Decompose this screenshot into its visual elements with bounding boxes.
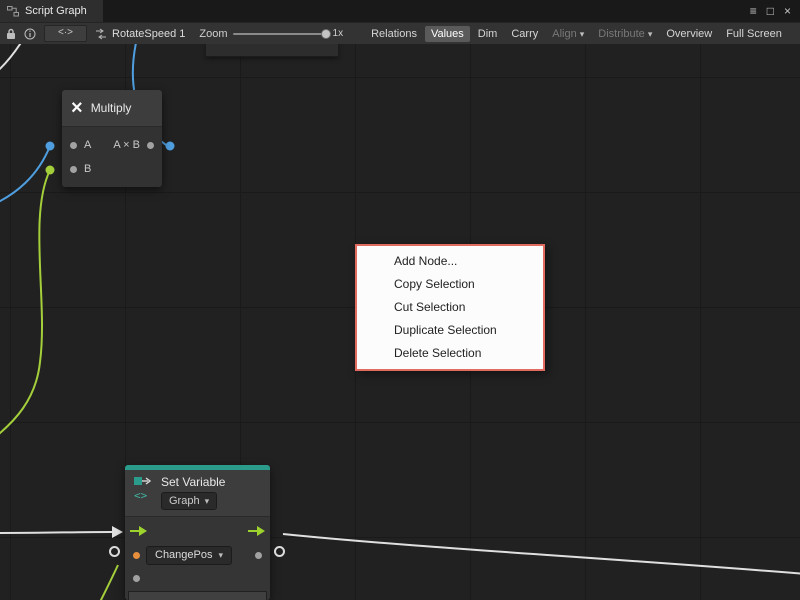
graph-breadcrumb[interactable]: RotateSpeed 1	[95, 28, 185, 40]
full-screen-button[interactable]: Full Screen	[720, 26, 788, 42]
multiply-node-body: A A × B B	[62, 127, 162, 187]
unconnected-port-ring-left[interactable]	[109, 546, 120, 557]
svg-text:<>: <>	[134, 489, 148, 501]
port-dot-blue	[166, 142, 175, 151]
values-button[interactable]: Values	[425, 26, 470, 42]
menu-item-cut-selection[interactable]: Cut Selection	[357, 296, 543, 319]
graph-canvas[interactable]: × Multiply A A × B B	[0, 44, 800, 600]
input-port-b[interactable]	[70, 166, 77, 173]
code-toggle-button[interactable]: <·>	[44, 25, 87, 42]
extra-input-port[interactable]	[133, 575, 140, 582]
close-icon[interactable]: ×	[784, 0, 791, 22]
zoom-control: Zoom 1x	[199, 28, 343, 40]
toolbar-buttons: Relations Values Dim Carry Align ▾ Distr…	[365, 26, 788, 42]
variable-name-dropdown[interactable]: ChangePos ▾	[146, 546, 232, 565]
variable-value-row: ChangePos ▾	[125, 543, 270, 567]
relations-button[interactable]: Relations	[365, 26, 423, 42]
dim-button[interactable]: Dim	[472, 26, 504, 42]
flow-output-arrow[interactable]	[248, 526, 265, 539]
port-dot-blue	[46, 142, 55, 151]
maximize-icon[interactable]: □	[767, 0, 774, 22]
window-tab-bar: Script Graph ≡ □ ×	[0, 0, 800, 22]
set-variable-body: ChangePos ▾	[125, 517, 270, 600]
value-input-port[interactable]	[133, 552, 140, 559]
chevron-down-icon: ▾	[219, 549, 224, 561]
output-port-label: A × B	[113, 139, 140, 151]
graph-asset-icon	[95, 28, 107, 40]
context-menu: Add Node... Copy Selection Cut Selection…	[355, 244, 545, 371]
port-row-a: A A × B	[62, 133, 162, 157]
multiply-icon: ×	[71, 99, 83, 117]
tab-script-graph[interactable]: Script Graph	[0, 0, 103, 22]
info-icon[interactable]	[24, 28, 36, 40]
port-b-label: B	[84, 163, 91, 175]
wire-green-left	[0, 170, 50, 438]
port-row-b: B	[62, 157, 162, 181]
set-variable-node[interactable]: <> Set Variable Graph ▾	[125, 465, 270, 600]
zoom-knob[interactable]	[321, 29, 331, 39]
chevron-down-icon: ▾	[648, 29, 653, 39]
align-dropdown[interactable]: Align ▾	[546, 26, 590, 42]
variable-scope-dropdown[interactable]: Graph ▾	[161, 492, 217, 510]
menu-item-copy-selection[interactable]: Copy Selection	[357, 273, 543, 296]
menu-item-add-node[interactable]: Add Node...	[357, 250, 543, 273]
chevron-down-icon: ▾	[580, 29, 585, 39]
multiply-node[interactable]: × Multiply A A × B B	[62, 90, 162, 187]
window-controls: ≡ □ ×	[750, 0, 800, 22]
zoom-slider[interactable]	[233, 33, 328, 35]
wire-arrowhead	[112, 526, 123, 538]
tab-title: Script Graph	[25, 5, 87, 17]
menu-item-delete-selection[interactable]: Delete Selection	[357, 342, 543, 365]
flow-input-arrow[interactable]	[130, 526, 147, 539]
multiply-node-header[interactable]: × Multiply	[62, 90, 162, 127]
output-port[interactable]	[147, 142, 154, 149]
wire-white-into-setvar	[0, 532, 112, 533]
port-dot-green	[46, 166, 55, 175]
wire-green-bottom	[100, 565, 118, 600]
overview-button[interactable]: Overview	[660, 26, 718, 42]
script-graph-icon	[7, 5, 19, 17]
set-variable-title: Set Variable	[161, 475, 225, 489]
wire-white-out-setvar	[283, 534, 800, 574]
menu-item-duplicate-selection[interactable]: Duplicate Selection	[357, 319, 543, 342]
zoom-value: 1x	[333, 28, 344, 39]
lock-icon[interactable]	[6, 28, 16, 40]
graph-name-label: RotateSpeed 1	[112, 28, 185, 40]
window-menu-icon[interactable]: ≡	[750, 0, 757, 22]
wire-blue-left	[0, 146, 50, 204]
distribute-dropdown[interactable]: Distribute ▾	[592, 26, 658, 42]
zoom-label: Zoom	[199, 28, 227, 40]
extra-port-row	[125, 567, 270, 589]
wire-white-topleft	[0, 44, 24, 74]
clipped-node[interactable]	[205, 44, 339, 57]
chevron-down-icon: ▾	[205, 495, 210, 508]
input-port-a[interactable]	[70, 142, 77, 149]
set-variable-footer-field[interactable]	[128, 591, 267, 600]
set-variable-icon: <>	[133, 475, 153, 510]
carry-button[interactable]: Carry	[505, 26, 544, 42]
unconnected-port-ring-right[interactable]	[274, 546, 285, 557]
multiply-node-title: Multiply	[91, 101, 132, 115]
flow-port-row	[125, 521, 270, 543]
graph-toolbar: <·> RotateSpeed 1 Zoom 1x Relations Valu…	[0, 22, 800, 44]
value-output-port[interactable]	[255, 552, 262, 559]
port-a-label: A	[84, 139, 91, 151]
set-variable-header[interactable]: <> Set Variable Graph ▾	[125, 470, 270, 517]
